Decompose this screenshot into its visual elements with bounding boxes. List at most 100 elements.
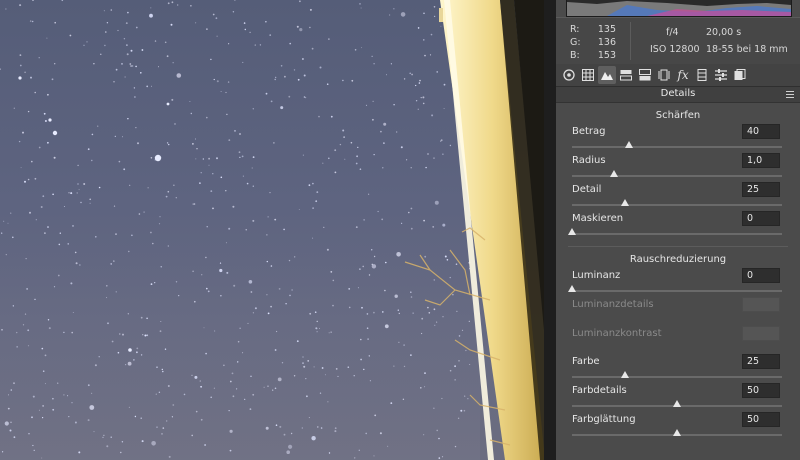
star: [266, 294, 268, 296]
snapshots-icon[interactable]: [731, 66, 749, 84]
star: [130, 49, 133, 52]
farbe-slider-thumb[interactable]: [620, 371, 629, 378]
star: [150, 157, 153, 159]
luminanz-slider-track[interactable]: [572, 290, 782, 292]
star: [214, 330, 216, 332]
star: [301, 427, 303, 429]
star: [158, 66, 159, 68]
fx-icon[interactable]: fx: [674, 66, 692, 84]
star: [444, 255, 447, 258]
star: [465, 349, 467, 352]
star: [190, 5, 192, 7]
star: [68, 192, 70, 194]
star: [220, 295, 222, 297]
star: [212, 13, 215, 16]
star: [311, 436, 316, 441]
farbdetails-slider-thumb[interactable]: [673, 400, 681, 407]
star: [424, 255, 427, 258]
star: [401, 222, 403, 224]
star: [408, 211, 410, 214]
luminanz-slider-thumb[interactable]: [568, 285, 576, 292]
farbdetails-input[interactable]: 50: [742, 383, 780, 398]
radius-slider-thumb[interactable]: [610, 170, 618, 177]
mountain-icon[interactable]: [598, 66, 616, 84]
star: [115, 68, 118, 71]
luminanz-input[interactable]: 0: [742, 268, 780, 283]
star: [382, 167, 384, 169]
farbglaettung-slider-thumb[interactable]: [673, 429, 681, 436]
detail-input[interactable]: 25: [742, 182, 780, 197]
grid-icon[interactable]: [579, 66, 597, 84]
betrag-slider-track[interactable]: [572, 146, 782, 148]
star: [274, 387, 277, 390]
star: [249, 31, 251, 34]
star: [308, 417, 310, 419]
star: [425, 166, 427, 169]
transform-icon[interactable]: [655, 66, 673, 84]
betrag-input[interactable]: 40: [742, 124, 780, 139]
star: [100, 53, 102, 55]
star: [424, 54, 426, 57]
star: [389, 14, 391, 16]
star: [42, 405, 44, 407]
star: [113, 260, 115, 262]
split-toning-icon[interactable]: [617, 66, 635, 84]
star: [252, 156, 255, 159]
betrag-slider-thumb[interactable]: [624, 141, 633, 148]
star: [267, 216, 269, 218]
star: [234, 130, 236, 132]
star: [193, 203, 196, 205]
aperture-icon[interactable]: [560, 66, 578, 84]
star: [270, 265, 273, 267]
star: [239, 133, 241, 135]
star: [1, 329, 3, 331]
detail-slider-thumb[interactable]: [620, 199, 629, 206]
presets-icon[interactable]: [712, 66, 730, 84]
detail-slider-track[interactable]: [572, 204, 782, 206]
star: [283, 228, 285, 231]
panel-menu-icon[interactable]: [786, 91, 794, 98]
star: [393, 8, 395, 10]
farbe-slider-track[interactable]: [572, 376, 782, 378]
maskieren-slider-track[interactable]: [572, 233, 782, 235]
star: [298, 209, 300, 210]
star: [421, 332, 423, 335]
star: [332, 279, 335, 282]
lens-correction-icon[interactable]: [636, 66, 654, 84]
star: [249, 408, 252, 410]
image-preview[interactable]: [0, 0, 544, 460]
star: [167, 245, 169, 247]
farbglaettung-input[interactable]: 50: [742, 412, 780, 427]
star: [212, 207, 214, 210]
star: [220, 176, 223, 179]
star: [40, 206, 43, 208]
radius-slider-track[interactable]: [572, 175, 782, 177]
star: [126, 44, 128, 46]
star: [125, 22, 128, 24]
panel-divider[interactable]: [544, 0, 556, 460]
star: [423, 434, 425, 436]
star: [87, 419, 90, 422]
rgb-green-label: G:: [570, 37, 581, 48]
star: [140, 316, 143, 319]
shutter-value: 20,00 s: [706, 27, 742, 38]
star: [114, 135, 116, 137]
star: [348, 306, 351, 309]
radius-input[interactable]: 1,0: [742, 153, 780, 168]
star: [128, 250, 130, 253]
star: [396, 131, 398, 133]
star: [303, 365, 306, 368]
star: [420, 387, 422, 389]
farbglaettung-label: Farbglättung: [572, 414, 636, 425]
star: [371, 55, 373, 57]
maskieren-slider-thumb[interactable]: [568, 228, 576, 235]
star: [1, 451, 4, 453]
star: [410, 167, 412, 169]
star: [141, 49, 144, 51]
star: [357, 146, 359, 148]
farbe-input[interactable]: 25: [742, 354, 780, 369]
camera-calibration-icon[interactable]: [693, 66, 711, 84]
maskieren-input[interactable]: 0: [742, 211, 780, 226]
star: [151, 441, 156, 446]
star: [103, 434, 105, 436]
